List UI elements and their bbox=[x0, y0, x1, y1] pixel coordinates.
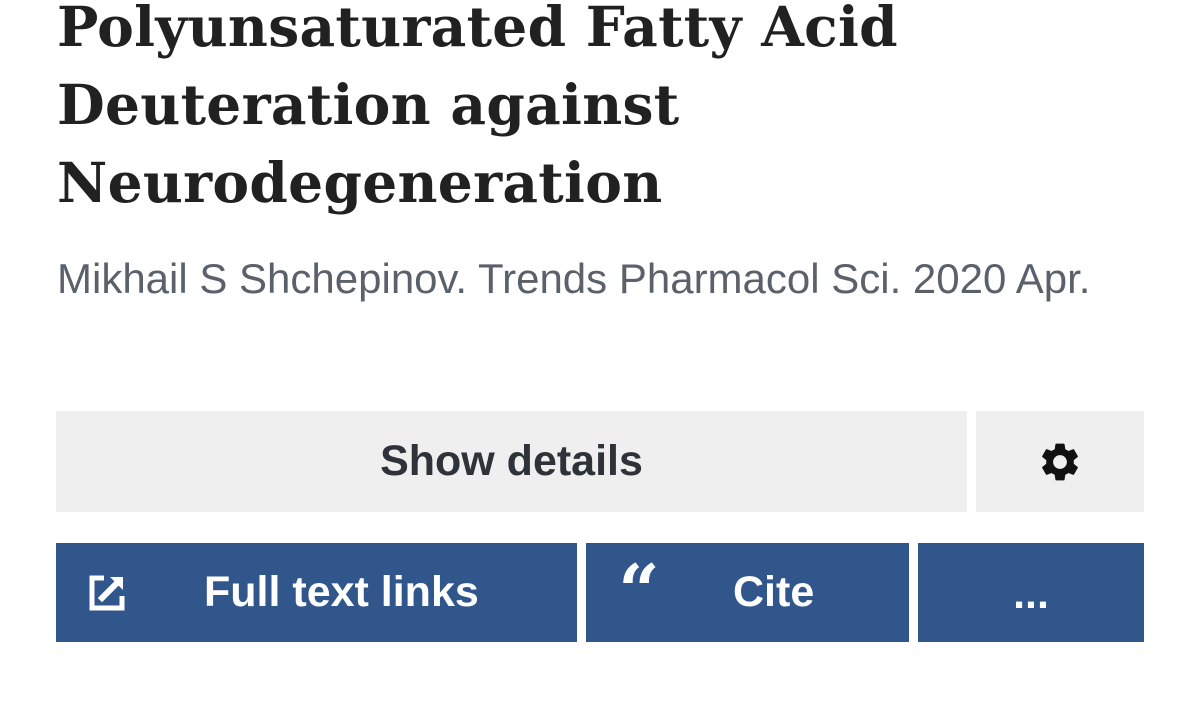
more-actions-label: ... bbox=[1013, 570, 1049, 618]
cite-button[interactable]: “ Cite bbox=[586, 543, 909, 642]
display-settings-button[interactable] bbox=[976, 411, 1144, 512]
full-text-links-label: Full text links bbox=[204, 568, 479, 616]
gear-icon bbox=[1042, 443, 1078, 480]
cite-label: Cite bbox=[733, 568, 815, 616]
show-details-label: Show details bbox=[380, 437, 643, 485]
article-title: Polyunsaturated Fatty Acid Deuteration a… bbox=[57, 0, 898, 215]
show-details-button[interactable]: Show details bbox=[56, 411, 967, 512]
article-citation: Mikhail S Shchepinov. Trends Pharmacol S… bbox=[57, 255, 1091, 302]
quote-icon: “ bbox=[618, 548, 660, 633]
full-text-links-button[interactable]: Full text links bbox=[56, 543, 577, 642]
article-summary-page: Polyunsaturated Fatty Acid Deuteration a… bbox=[0, 0, 1200, 707]
external-link-icon bbox=[88, 574, 126, 612]
more-actions-button[interactable]: ... bbox=[918, 543, 1144, 642]
